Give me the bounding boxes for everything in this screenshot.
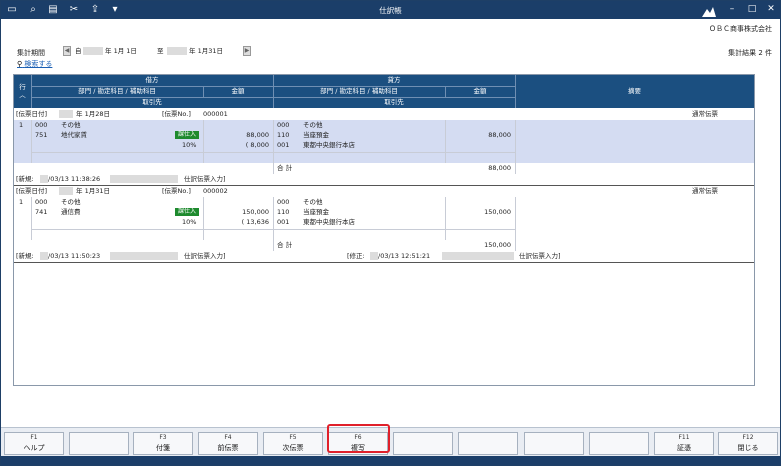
total-row: 合 計 150,000 <box>14 240 754 251</box>
masked-year <box>167 47 187 55</box>
sort-up-icon[interactable]: ︿ <box>14 90 31 100</box>
period-label: 集計期間 <box>17 49 45 57</box>
voucher-no: 000002 <box>203 187 228 195</box>
close-icon[interactable]: ✕ <box>765 4 777 14</box>
from-date[interactable]: 年 1月 1日 <box>105 47 137 56</box>
fkey-empty-button[interactable] <box>69 432 129 455</box>
maximize-icon[interactable]: □ <box>746 4 758 14</box>
title-bar: ▭ ⌕ ▤ ✂ ⇪ ▾ 仕訳帳 – □ ✕ <box>1 1 780 19</box>
masked-year <box>83 47 103 55</box>
credit-header: 貸方 <box>387 76 401 84</box>
from-prefix: 自 <box>75 47 82 55</box>
credit-amount: 150,000 <box>484 208 511 216</box>
app-window: ▭ ⌕ ▤ ✂ ⇪ ▾ 仕訳帳 – □ ✕ ＯＢＣ商事株式会社 集計期間 ◀ 自… <box>0 0 781 466</box>
to-prefix: 至 <box>157 47 164 55</box>
credit-amount-header: 金額 <box>473 87 487 95</box>
f4-prev-voucher-button[interactable]: F4 前伝票 <box>198 432 258 455</box>
debit-amount: 150,000 <box>242 208 269 216</box>
journal-row[interactable]: 1 000 その他 741 通信費 課仕入 10% 150,000 ( 13,6… <box>14 197 754 240</box>
fkey-empty-button[interactable] <box>458 432 518 455</box>
search-link[interactable]: ⚲ 検索する <box>17 59 52 69</box>
result-count: 集計結果 2 件 <box>728 49 772 57</box>
f1-help-button[interactable]: F1 ヘルプ <box>4 432 64 455</box>
voucher-header-row: [伝票日付] 年 1月31日 [伝票No.] 000002 通常伝票 <box>16 187 718 195</box>
voucher-type: 通常伝票 <box>692 110 718 118</box>
journal-row[interactable]: 1 000 その他 751 地代家賃 課仕入 10% 88,000 ( 8,00… <box>14 120 754 163</box>
fkey-empty-button[interactable] <box>524 432 584 455</box>
magnifier-icon: ⚲ <box>17 60 23 68</box>
voucher-date: 年 1月31日 <box>76 187 110 195</box>
total-row: 合 計 88,000 <box>14 163 754 174</box>
highlight-box <box>327 424 390 453</box>
status-bar <box>1 456 780 465</box>
f11-evidence-button[interactable]: F11 証憑 <box>654 432 714 455</box>
fkey-empty-button[interactable] <box>393 432 453 455</box>
minimize-icon[interactable]: – <box>726 4 738 14</box>
window-title: 仕訳帳 <box>379 6 402 15</box>
debit-dept-header: 部門 / 勘定科目 / 補助科目 <box>78 87 156 95</box>
voucher-date: 年 1月28日 <box>76 110 110 118</box>
tax-badge: 課仕入 <box>175 131 200 139</box>
f5-next-voucher-button[interactable]: F5 次伝票 <box>263 432 323 455</box>
f3-sticky-note-button[interactable]: F3 付箋 <box>133 432 193 455</box>
voucher-header-row: [伝票日付] 年 1月28日 [伝票No.] 000001 通常伝票 <box>16 110 718 118</box>
prev-period-icon[interactable]: ◀ <box>63 46 71 56</box>
debit-amount: 88,000 <box>246 131 269 139</box>
debit-amount-header: 金額 <box>231 87 245 95</box>
memo-header: 摘要 <box>628 87 641 95</box>
tax-badge: 課仕入 <box>175 208 200 216</box>
fkey-empty-button[interactable] <box>589 432 649 455</box>
credit-partner-header: 取引先 <box>384 98 404 106</box>
next-period-icon[interactable]: ▶ <box>243 46 251 56</box>
debit-header: 借方 <box>145 76 159 84</box>
credit-dept-header: 部門 / 勘定科目 / 補助科目 <box>320 87 398 95</box>
to-date[interactable]: 年 1月31日 <box>189 47 223 56</box>
voucher-no: 000001 <box>203 110 228 118</box>
audit-row: [新規: /03/13 11:38:26 仕訳伝票入力] <box>16 175 226 183</box>
logo-icon <box>702 7 716 17</box>
grid-header: 行 ︿ 借方 部門 / 勘定科目 / 補助科目 金額 取引先 貸方 部門 / 勘… <box>14 75 754 108</box>
total-amount: 88,000 <box>488 164 511 172</box>
voucher-type: 通常伝票 <box>692 187 718 195</box>
company-name: ＯＢＣ商事株式会社 <box>709 25 772 33</box>
f12-close-button[interactable]: F12 閉じる <box>718 432 778 455</box>
debit-partner-header: 取引先 <box>142 98 162 106</box>
total-amount: 150,000 <box>484 241 511 249</box>
journal-grid: 行 ︿ 借方 部門 / 勘定科目 / 補助科目 金額 取引先 貸方 部門 / 勘… <box>13 74 755 386</box>
audit-row: [新規: /03/13 11:50:23 仕訳伝票入力] [修正: /03/13… <box>16 252 561 260</box>
credit-amount: 88,000 <box>488 131 511 139</box>
